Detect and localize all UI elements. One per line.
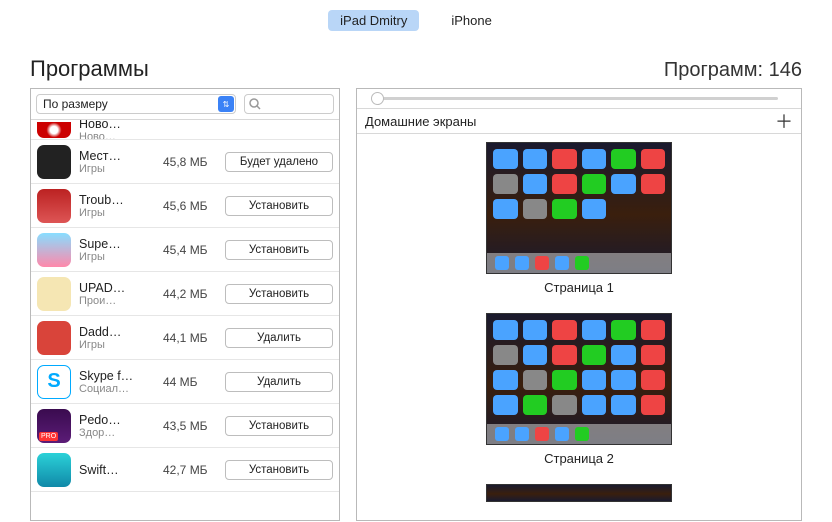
app-row[interactable]: Skype f…Социал… 44 МБ Удалить [31, 360, 339, 404]
apps-panel: По размеру ⇅ Ново…Ново…Мест…Игры45,8 МББ… [30, 88, 340, 521]
add-page-button[interactable]: ＋ [775, 115, 793, 129]
app-text: Мест…Игры [79, 149, 155, 175]
app-action-button[interactable]: Установить [225, 284, 333, 304]
slider-thumb[interactable] [371, 92, 384, 105]
app-name: Swift… [79, 463, 139, 477]
app-genre: Здор… [79, 427, 155, 439]
home-screen-page[interactable]: Страница 1 [357, 142, 801, 295]
app-action-button[interactable]: Будет удалено [225, 152, 333, 172]
app-genre: Игры [79, 207, 155, 219]
app-icon [37, 453, 71, 487]
app-name: Skype f… [79, 369, 139, 383]
app-action-button[interactable]: Удалить [225, 328, 333, 348]
tab-ipad[interactable]: iPad Dmitry [328, 10, 419, 31]
app-action-button[interactable]: Удалить [225, 372, 333, 392]
app-text: Supe…Игры [79, 237, 155, 263]
page-label: Страница 1 [357, 280, 801, 295]
screens-panel: Домашние экраны ＋ Страница 1 Страница 2 [356, 88, 802, 521]
app-icon [37, 409, 71, 443]
app-action-button[interactable]: Установить [225, 460, 333, 480]
app-row[interactable]: Swift… 42,7 МБ Установить [31, 448, 339, 492]
app-row[interactable]: Supe…Игры 45,4 МБ Установить [31, 228, 339, 272]
screen-thumbnail[interactable] [486, 313, 672, 445]
screen-thumbnail[interactable] [486, 484, 672, 502]
app-genre: Прои… [79, 295, 155, 307]
app-row[interactable]: Dadd…Игры 44,1 МБ Удалить [31, 316, 339, 360]
app-action-button[interactable]: Установить [225, 240, 333, 260]
app-size: 43,5 МБ [163, 419, 217, 433]
app-icon [37, 122, 71, 138]
app-action-button[interactable]: Установить [225, 196, 333, 216]
tab-iphone[interactable]: iPhone [439, 10, 503, 31]
app-genre: Игры [79, 339, 155, 351]
app-name: Мест… [79, 149, 139, 163]
app-text: Ново…Ново… [79, 120, 155, 140]
app-text: Dadd…Игры [79, 325, 155, 351]
section-title: Домашние экраны [365, 114, 476, 129]
app-size: 44,1 МБ [163, 331, 217, 345]
app-icon [37, 145, 71, 179]
app-icon [37, 189, 71, 223]
app-genre: Игры [79, 251, 155, 263]
app-genre: Социал… [79, 383, 155, 395]
page-title: Программы [30, 56, 149, 82]
home-screen-page[interactable]: Страница 2 [357, 313, 801, 466]
app-list: Ново…Ново…Мест…Игры45,8 МББудет удаленоT… [31, 120, 339, 520]
app-name: Ново… [79, 120, 139, 131]
app-text: UPAD…Прои… [79, 281, 155, 307]
app-text: Swift… [79, 463, 155, 477]
app-genre: Игры [79, 163, 155, 175]
zoom-slider[interactable] [371, 97, 778, 100]
search-input[interactable] [244, 94, 334, 114]
app-row[interactable]: Pedo…Здор… 43,5 МБ Установить [31, 404, 339, 448]
app-size: 42,7 МБ [163, 463, 217, 477]
app-row[interactable]: Ново…Ново… [31, 120, 339, 140]
app-icon [37, 277, 71, 311]
page-label: Страница 2 [357, 451, 801, 466]
app-row[interactable]: Troub…Игры 45,6 МБ Установить [31, 184, 339, 228]
app-size: 45,4 МБ [163, 243, 217, 257]
app-genre: Ново… [79, 131, 155, 141]
search-icon [248, 97, 262, 111]
chevron-updown-icon: ⇅ [218, 96, 234, 112]
app-action-button[interactable]: Установить [225, 416, 333, 436]
app-size: 44,2 МБ [163, 287, 217, 301]
app-icon [37, 321, 71, 355]
app-name: UPAD… [79, 281, 139, 295]
app-text: Skype f…Социал… [79, 369, 155, 395]
app-text: Troub…Игры [79, 193, 155, 219]
app-name: Dadd… [79, 325, 139, 339]
app-name: Supe… [79, 237, 139, 251]
app-row[interactable]: UPAD…Прои… 44,2 МБ Установить [31, 272, 339, 316]
sort-label: По размеру [43, 97, 108, 111]
app-size: 45,6 МБ [163, 199, 217, 213]
home-screens: Страница 1 Страница 2 [357, 134, 801, 514]
screen-thumbnail[interactable] [486, 142, 672, 274]
app-name: Pedo… [79, 413, 139, 427]
app-text: Pedo…Здор… [79, 413, 155, 439]
sort-select[interactable]: По размеру ⇅ [36, 94, 236, 114]
app-size: 44 МБ [163, 375, 217, 389]
app-count: Программ: 146 [664, 59, 802, 82]
app-name: Troub… [79, 193, 139, 207]
app-icon [37, 365, 71, 399]
app-row[interactable]: Мест…Игры 45,8 МБ Будет удалено [31, 140, 339, 184]
home-screen-page[interactable] [357, 484, 801, 502]
app-size: 45,8 МБ [163, 155, 217, 169]
app-icon [37, 233, 71, 267]
